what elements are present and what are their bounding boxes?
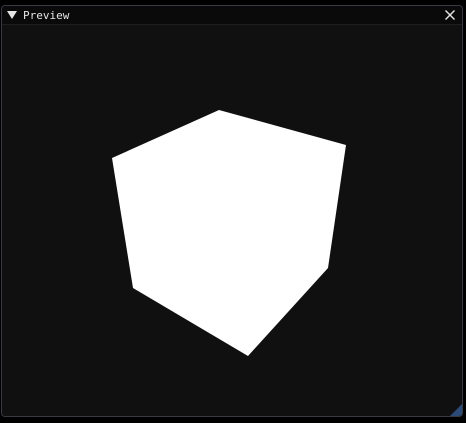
cube-render [112,110,346,356]
triangle-down-icon[interactable] [7,10,17,20]
close-icon[interactable] [444,9,456,21]
window-title: Preview [23,9,70,22]
preview-viewport[interactable] [2,25,462,416]
window-titlebar[interactable]: Preview [2,6,462,25]
cube-shape [112,110,346,356]
preview-window[interactable]: Preview [1,5,463,417]
resize-grip-icon[interactable] [448,402,462,416]
